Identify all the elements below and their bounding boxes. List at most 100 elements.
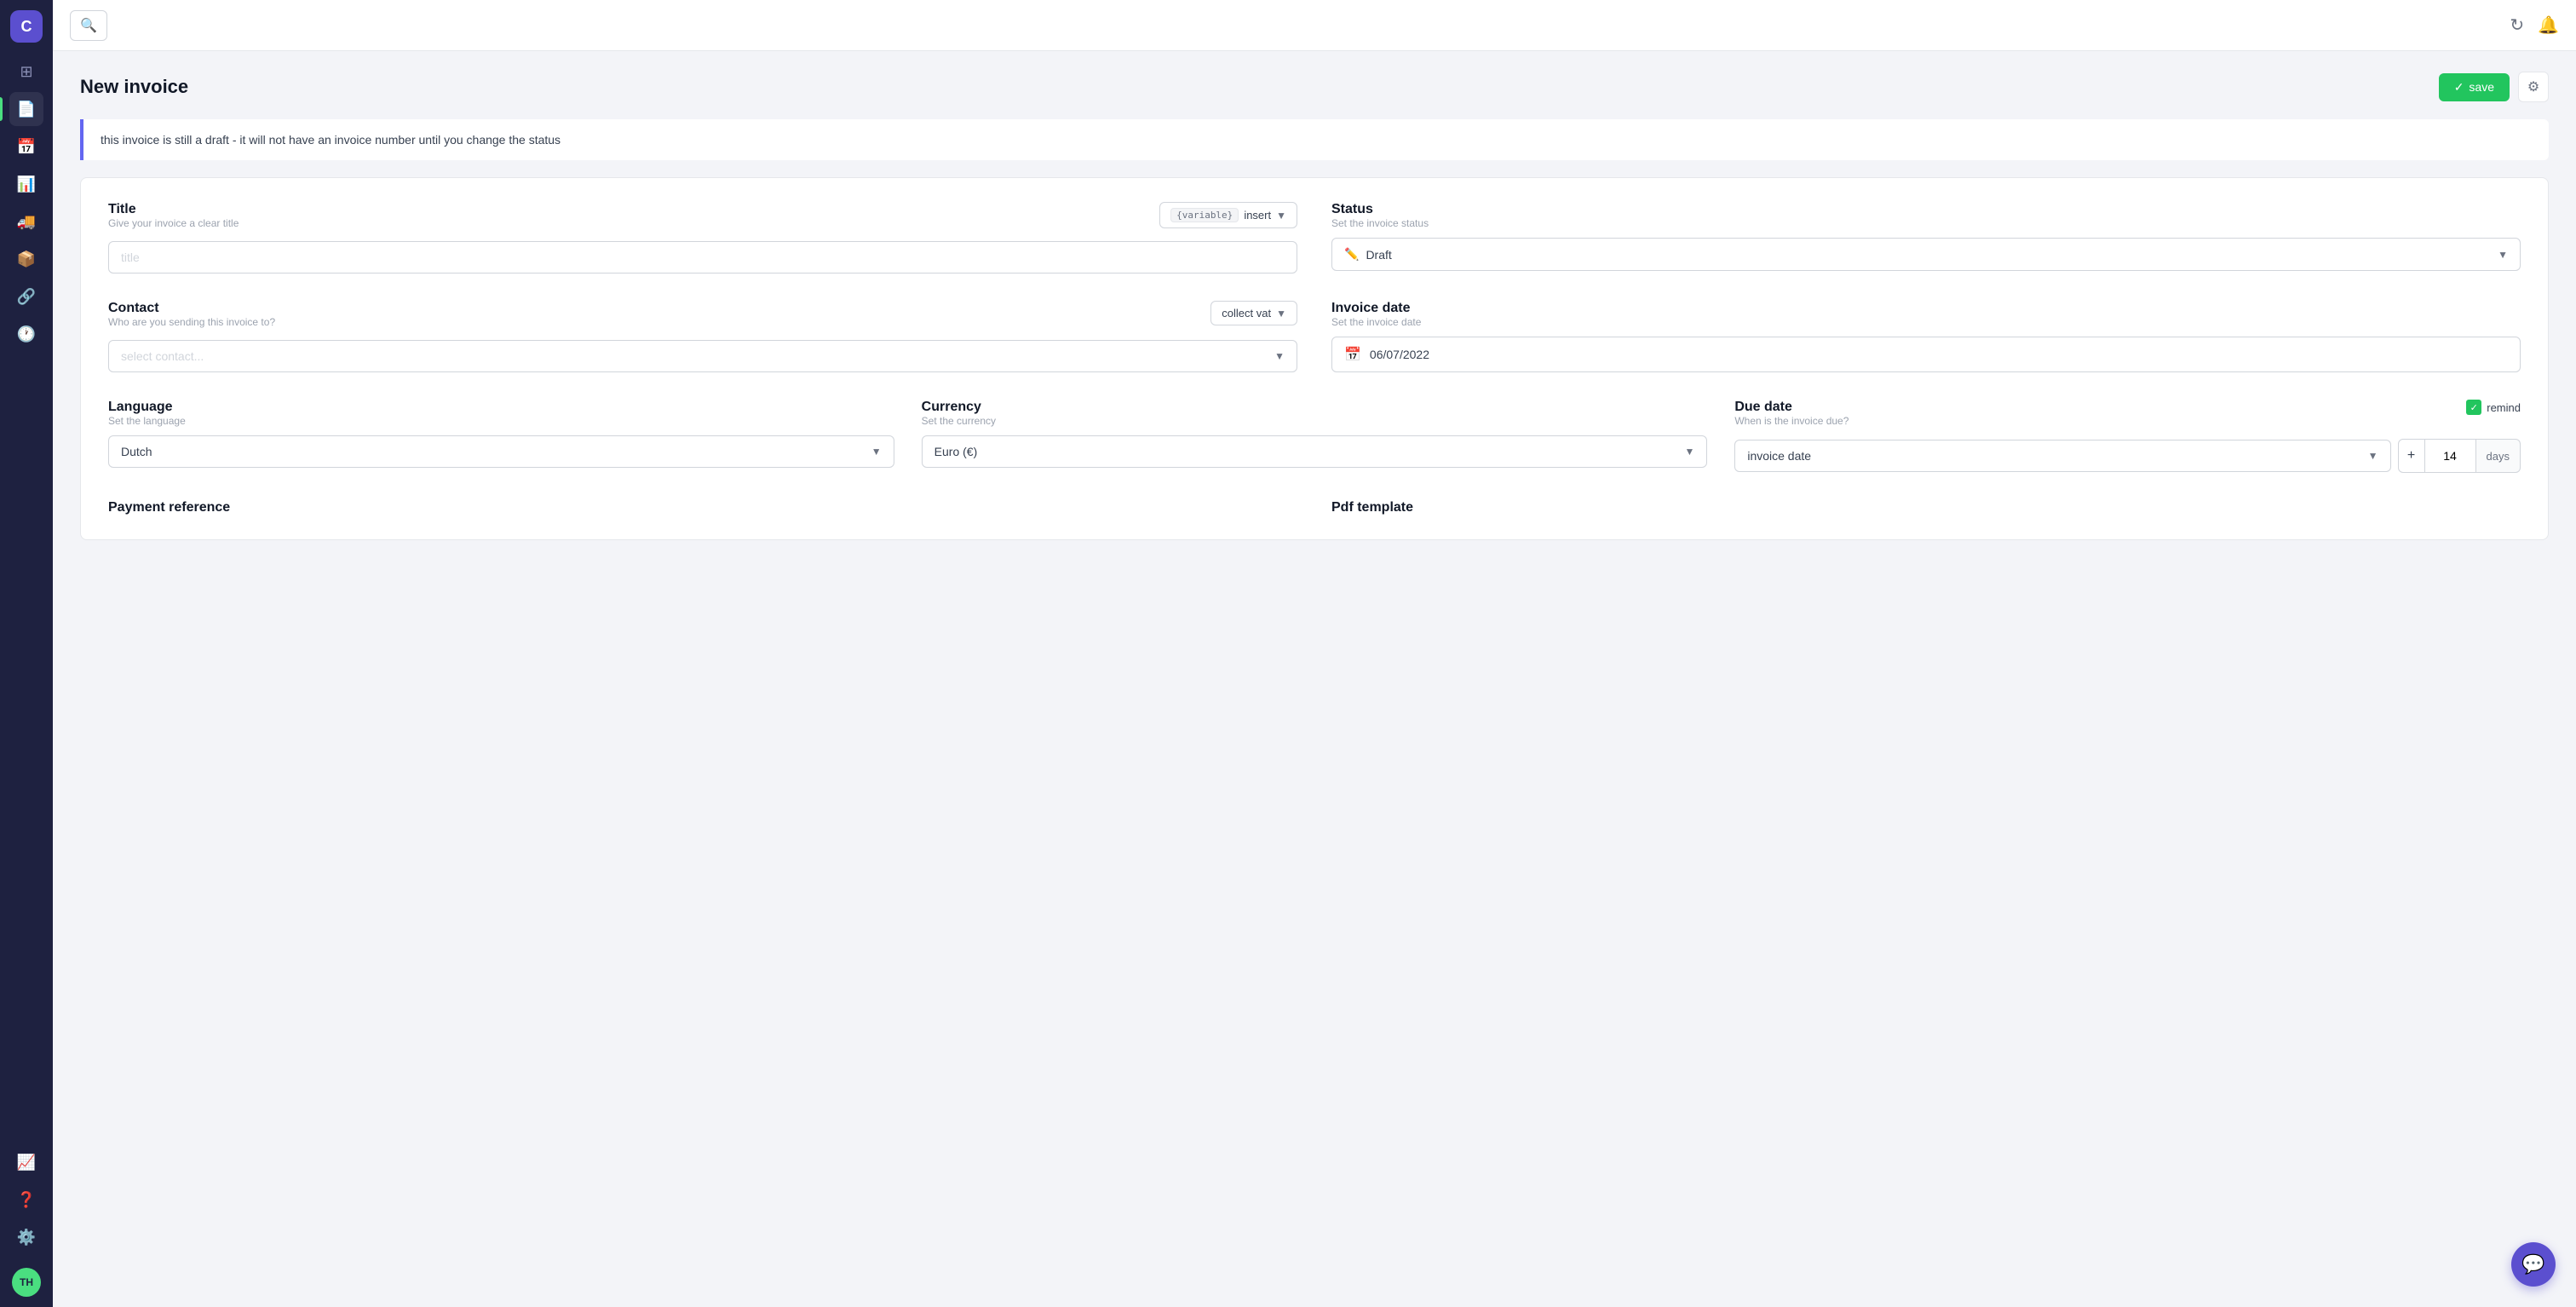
status-hint: Set the invoice status [1331, 217, 2521, 229]
chat-icon: 💬 [2521, 1253, 2544, 1275]
chart-icon: 📊 [17, 176, 36, 193]
language-hint: Set the language [108, 415, 894, 427]
page-title: New invoice [80, 76, 188, 98]
form-row-title-status: Title Give your invoice a clear title {v… [108, 202, 2521, 273]
chevron-down-icon: ▼ [1274, 350, 1285, 362]
sidebar-item-chart[interactable]: 📊 [9, 167, 43, 201]
variable-badge: {variable} [1170, 208, 1239, 222]
settings-icon: ⚙️ [17, 1229, 36, 1247]
contact-field-group: Contact Who are you sending this invoice… [108, 301, 1297, 372]
currency-label: Currency [922, 400, 1708, 415]
chevron-down-icon: ▼ [1276, 210, 1286, 222]
sidebar-item-help[interactable]: ❓ [9, 1183, 43, 1217]
help-icon: ❓ [17, 1191, 36, 1209]
due-date-base-select[interactable]: invoice date ▼ [1734, 440, 2390, 472]
days-input-wrap: + 14 days [2398, 439, 2521, 473]
sidebar-item-invoices[interactable]: 📄 [9, 92, 43, 126]
sidebar-item-box[interactable]: 📦 [9, 242, 43, 276]
title-label: Title [108, 202, 239, 217]
document-icon: 📄 [17, 101, 36, 118]
language-label: Language [108, 400, 894, 415]
calendar-icon: 📅 [17, 138, 36, 156]
chevron-down-icon: ▼ [1684, 446, 1694, 458]
main-area: 🔍 ↻ 🔔 New invoice ✓ save ⚙ this invoice … [53, 0, 2576, 1307]
chat-button[interactable]: 💬 [2511, 1242, 2556, 1287]
language-field-group: Language Set the language Dutch ▼ [108, 400, 894, 473]
form-row-lang-curr-due: Language Set the language Dutch ▼ Curren… [108, 400, 2521, 473]
chevron-down-icon: ▼ [2498, 249, 2508, 261]
search-icon: 🔍 [80, 17, 97, 34]
sidebar-item-calendar[interactable]: 📅 [9, 130, 43, 164]
refresh-icon[interactable]: ↻ [2510, 14, 2524, 36]
title-hint: Give your invoice a clear title [108, 217, 239, 229]
due-date-label-group: Due date When is the invoice due? [1734, 400, 1849, 435]
sidebar-item-clock[interactable]: 🕐 [9, 317, 43, 351]
plus-button[interactable]: + [2398, 439, 2425, 473]
search-box[interactable]: 🔍 [70, 10, 107, 41]
sidebar-item-truck[interactable]: 🚚 [9, 204, 43, 239]
language-select[interactable]: Dutch ▼ [108, 435, 894, 468]
remind-checkbox[interactable]: ✓ remind [2466, 400, 2521, 415]
avatar[interactable]: TH [12, 1268, 41, 1297]
chevron-down-icon: ▼ [1276, 308, 1286, 320]
currency-select[interactable]: Euro (€) ▼ [922, 435, 1708, 468]
collect-vat-button[interactable]: collect vat ▼ [1210, 301, 1297, 325]
title-input[interactable] [108, 241, 1297, 273]
calendar-icon: 📅 [1344, 346, 1361, 363]
invoice-date-hint: Set the invoice date [1331, 316, 2521, 328]
invoice-date-label: Invoice date [1331, 301, 2521, 316]
save-button[interactable]: ✓ save [2439, 73, 2510, 101]
pdf-template-group: Pdf template [1331, 500, 2521, 515]
page-content: New invoice ✓ save ⚙ this invoice is sti… [53, 51, 2576, 1307]
topbar-right: ↻ 🔔 [2510, 14, 2559, 36]
due-date-field-group: Due date When is the invoice due? ✓ remi… [1734, 400, 2521, 473]
form-row-payment-pdf: Payment reference Pdf template [108, 500, 2521, 515]
network-icon: 🔗 [17, 288, 36, 306]
status-label: Status [1331, 202, 2521, 217]
remind-check-icon: ✓ [2466, 400, 2481, 415]
truck-icon: 🚚 [17, 213, 36, 231]
status-dropdown[interactable]: ✏️ Draft ▼ [1331, 238, 2521, 271]
sidebar-item-settings[interactable]: ⚙️ [9, 1220, 43, 1254]
alert-banner: this invoice is still a draft - it will … [80, 119, 2549, 160]
form-row-contact-date: Contact Who are you sending this invoice… [108, 301, 2521, 372]
due-date-hint: When is the invoice due? [1734, 415, 1849, 427]
due-date-controls: invoice date ▼ + 14 days [1734, 439, 2521, 473]
insert-variable-button[interactable]: {variable} insert ▼ [1159, 202, 1297, 228]
box-icon: 📦 [17, 250, 36, 268]
topbar: 🔍 ↻ 🔔 [53, 0, 2576, 51]
sidebar-item-dashboard[interactable]: ⊞ [9, 55, 43, 89]
app-logo[interactable]: C [10, 10, 43, 43]
settings-gear-button[interactable]: ⚙ [2518, 72, 2549, 102]
contact-select[interactable]: select contact... ▼ [108, 340, 1297, 372]
due-date-label: Due date [1734, 400, 1849, 415]
pencil-icon: ✏️ [1344, 247, 1359, 262]
invoice-date-picker[interactable]: 📅 06/07/2022 [1331, 337, 2521, 372]
currency-field-group: Currency Set the currency Euro (€) ▼ [922, 400, 1708, 473]
sidebar-item-network[interactable]: 🔗 [9, 279, 43, 314]
status-field-group: Status Set the invoice status ✏️ Draft ▼ [1331, 202, 2521, 273]
sidebar-item-analytics[interactable]: 📈 [9, 1145, 43, 1179]
payment-reference-label: Payment reference [108, 500, 1297, 515]
header-actions: ✓ save ⚙ [2439, 72, 2549, 102]
chevron-down-icon: ▼ [871, 446, 882, 458]
contact-label: Contact [108, 301, 275, 316]
sidebar: C ⊞ 📄 📅 📊 🚚 📦 🔗 🕐 📈 ❓ ⚙️ TH [0, 0, 53, 1307]
pdf-template-label: Pdf template [1331, 500, 2521, 515]
contact-header: Contact Who are you sending this invoice… [108, 301, 1297, 337]
grid-icon: ⊞ [20, 63, 32, 81]
payment-reference-group: Payment reference [108, 500, 1297, 515]
clock-icon: 🕐 [17, 325, 36, 343]
analytics-icon: 📈 [17, 1154, 36, 1172]
days-number: 14 [2425, 439, 2476, 473]
form-card: Title Give your invoice a clear title {v… [80, 177, 2549, 540]
due-date-header: Due date When is the invoice due? ✓ remi… [1734, 400, 2521, 435]
title-field-group: Title Give your invoice a clear title {v… [108, 202, 1297, 273]
invoice-date-field-group: Invoice date Set the invoice date 📅 06/0… [1331, 301, 2521, 372]
gear-icon: ⚙ [2527, 78, 2539, 95]
bell-icon[interactable]: 🔔 [2538, 14, 2559, 36]
page-header: New invoice ✓ save ⚙ [80, 72, 2549, 102]
chevron-down-icon: ▼ [2368, 450, 2378, 462]
contact-hint: Who are you sending this invoice to? [108, 316, 275, 328]
contact-label-group: Contact Who are you sending this invoice… [108, 301, 275, 337]
